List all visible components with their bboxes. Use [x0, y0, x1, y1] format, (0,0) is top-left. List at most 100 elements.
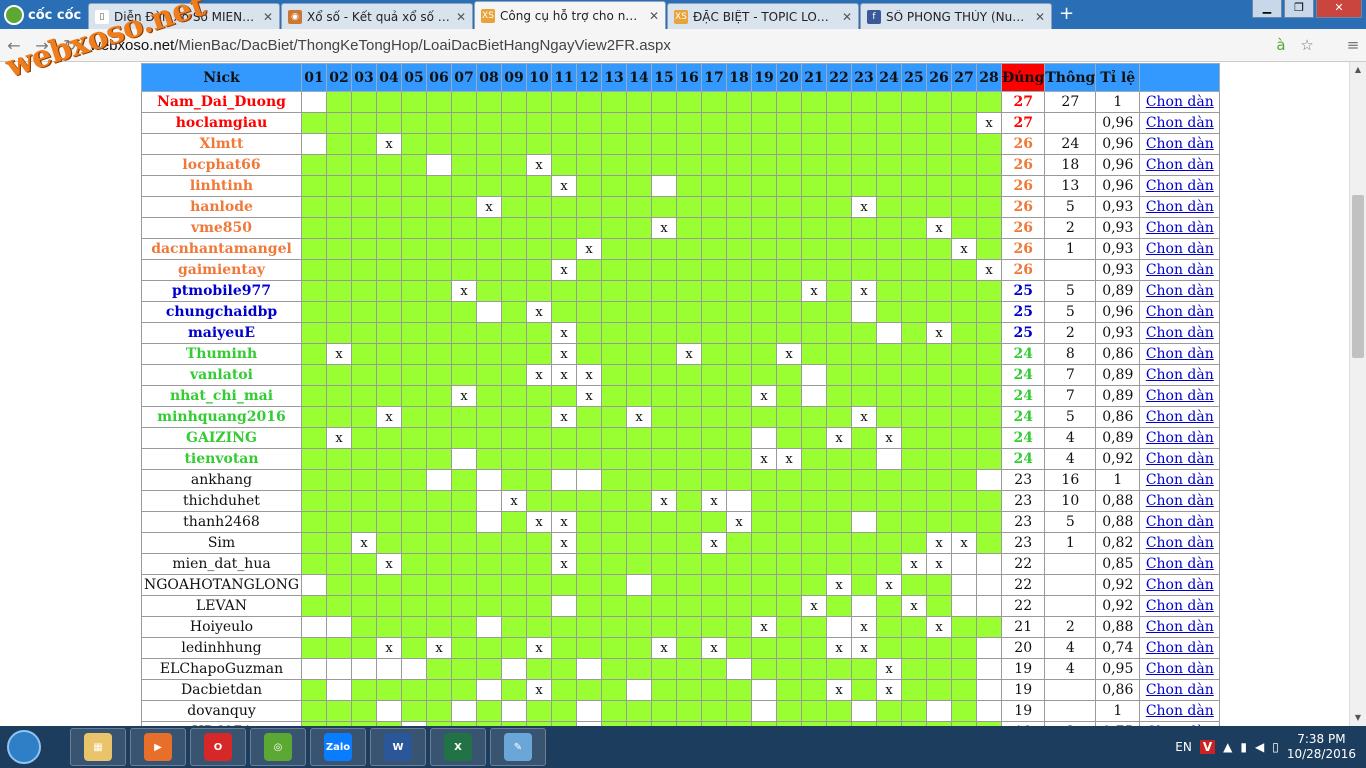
url-input[interactable]: webxoso.net/MienBac/DacBiet/ThongKeTongH…: [90, 37, 1268, 54]
browser-tab[interactable]: f SỐ PHONG THỦY (Numerol ✕: [860, 3, 1052, 29]
day-cell: [626, 280, 652, 302]
chon-dan-link[interactable]: Chon dàn: [1146, 451, 1214, 467]
chon-dan-link[interactable]: Chon dàn: [1146, 94, 1214, 110]
chon-dan-link[interactable]: Chon dàn: [1146, 157, 1214, 173]
day-cell: [551, 595, 577, 617]
chon-dan-link[interactable]: Chon dàn: [1146, 472, 1214, 488]
taskbar-paint-button[interactable]: ✎: [490, 728, 546, 766]
browser-tab[interactable]: ◉ Xổ số - Kết quả xổ số - Trực ✕: [281, 3, 473, 29]
table-row: vme850 x x 26 2 0,93 Chon dàn: [141, 217, 1221, 239]
day-cell: [776, 616, 802, 638]
new-tab-button[interactable]: +: [1053, 3, 1080, 29]
day-cell: [401, 91, 427, 113]
close-window-button[interactable]: ✕: [1316, 0, 1362, 18]
thong-cell: [1044, 259, 1097, 281]
chon-dan-link[interactable]: Chon dàn: [1146, 367, 1214, 383]
day-cell: [801, 448, 827, 470]
back-arrow-icon[interactable]: ←: [0, 36, 28, 55]
taskbar-word-button[interactable]: W: [370, 728, 426, 766]
day-cell: x: [826, 679, 852, 701]
chon-dan-link[interactable]: Chon dàn: [1146, 430, 1214, 446]
taskbar-zalo-button[interactable]: Zalo: [310, 728, 366, 766]
chon-dan-link[interactable]: Chon dàn: [1146, 409, 1214, 425]
tile-cell: 0,96: [1095, 301, 1141, 323]
chon-dan-link[interactable]: Chon dàn: [1146, 241, 1214, 257]
tab-close-icon[interactable]: ✕: [456, 10, 466, 24]
chon-dan-link[interactable]: Chon dàn: [1146, 703, 1214, 719]
table-row: maiyeuE x x 25 2 0,93 Chon dàn: [141, 322, 1221, 344]
taskbar-media-player-button[interactable]: ▶: [130, 728, 186, 766]
day-cell: [351, 217, 377, 239]
taskbar-coccoc-button[interactable]: ◎: [250, 728, 306, 766]
language-indicator[interactable]: EN: [1175, 740, 1192, 754]
chon-dan-link[interactable]: Chon dàn: [1146, 619, 1214, 635]
vertical-scrollbar[interactable]: ▲ ▼: [1349, 62, 1366, 726]
settings-menu-icon[interactable]: ≡: [1340, 36, 1366, 54]
antivirus-icon[interactable]: V: [1199, 740, 1216, 754]
day-cell: [651, 259, 677, 281]
chon-dan-link[interactable]: Chon dàn: [1146, 325, 1214, 341]
tab-close-icon[interactable]: ✕: [842, 10, 852, 24]
day-cell: [926, 175, 952, 197]
reload-icon[interactable]: ↻: [56, 36, 84, 55]
day-cell: [801, 196, 827, 218]
scroll-thumb[interactable]: [1352, 195, 1364, 358]
scroll-up-icon[interactable]: ▲: [1350, 62, 1366, 78]
taskbar-opera-button[interactable]: O: [190, 728, 246, 766]
day-cell: [726, 406, 752, 428]
browser-tab[interactable]: ▯ Diễn Đàn Xổ Số MIENDAN ✕: [88, 3, 280, 29]
day-cell: [901, 637, 927, 659]
scroll-down-icon[interactable]: ▼: [1350, 710, 1366, 726]
chon-dan-link[interactable]: Chon dàn: [1146, 514, 1214, 530]
day-cell: x: [851, 280, 877, 302]
battery-icon[interactable]: ▯: [1272, 740, 1279, 754]
tab-close-icon[interactable]: ✕: [263, 10, 273, 24]
chon-dan-link[interactable]: Chon dàn: [1146, 178, 1214, 194]
day-cell: [701, 280, 727, 302]
tray-expand-icon[interactable]: ▲: [1223, 740, 1232, 754]
volume-icon[interactable]: ◀: [1255, 740, 1264, 754]
bookmark-star-icon[interactable]: ☆: [1294, 36, 1320, 54]
chon-dan-link[interactable]: Chon dàn: [1146, 598, 1214, 614]
chon-dan-link[interactable]: Chon dàn: [1146, 220, 1214, 236]
maximize-button[interactable]: ❐: [1284, 0, 1314, 18]
network-icon[interactable]: ▮: [1240, 740, 1247, 754]
day-cell: [426, 427, 452, 449]
start-button[interactable]: [0, 727, 48, 767]
forward-arrow-icon[interactable]: →: [28, 36, 56, 55]
translate-icon[interactable]: à: [1268, 36, 1294, 54]
taskbar-explorer-button[interactable]: ▦: [70, 728, 126, 766]
day-cell: [576, 469, 602, 491]
chon-dan-link[interactable]: Chon dàn: [1146, 535, 1214, 551]
chon-dan-link[interactable]: Chon dàn: [1146, 199, 1214, 215]
tab-close-icon[interactable]: ✕: [1035, 10, 1045, 24]
taskbar-excel-button[interactable]: X: [430, 728, 486, 766]
day-cell: x: [451, 280, 477, 302]
chon-dan-link[interactable]: Chon dàn: [1146, 136, 1214, 152]
chon-dan-link[interactable]: Chon dàn: [1146, 262, 1214, 278]
chon-dan-link[interactable]: Chon dàn: [1146, 556, 1214, 572]
clock[interactable]: 7:38 PM 10/28/2016: [1287, 732, 1356, 762]
browser-tab[interactable]: XS ĐẶC BIỆT - TOPIC LOẠI ĐẶC ✕: [667, 3, 859, 29]
chon-dan-link[interactable]: Chon dàn: [1146, 388, 1214, 404]
browser-tab[interactable]: XS Công cụ hỗ trợ cho người ✕: [474, 1, 666, 29]
coccoc-menu-button[interactable]: cốc cốc: [0, 1, 88, 29]
day-cell: [576, 679, 602, 701]
chon-dan-link[interactable]: Chon dàn: [1146, 577, 1214, 593]
day-cell: [726, 154, 752, 176]
minimize-button[interactable]: ▁: [1252, 0, 1282, 18]
day-cell: [626, 133, 652, 155]
chon-dan-link[interactable]: Chon dàn: [1146, 682, 1214, 698]
chon-dan-link[interactable]: Chon dàn: [1146, 304, 1214, 320]
chon-dan-link[interactable]: Chon dàn: [1146, 493, 1214, 509]
chon-dan-link[interactable]: Chon dàn: [1146, 661, 1214, 677]
tab-close-icon[interactable]: ✕: [649, 9, 659, 23]
chon-dan-link[interactable]: Chon dàn: [1146, 640, 1214, 656]
thong-cell: 1: [1044, 238, 1097, 260]
chon-dan-link[interactable]: Chon dàn: [1146, 115, 1214, 131]
chon-dan-link[interactable]: Chon dàn: [1146, 283, 1214, 299]
day-cell: [501, 406, 527, 428]
link-cell: Chon dàn: [1139, 532, 1221, 554]
day-cell: [976, 490, 1002, 512]
chon-dan-link[interactable]: Chon dàn: [1146, 346, 1214, 362]
